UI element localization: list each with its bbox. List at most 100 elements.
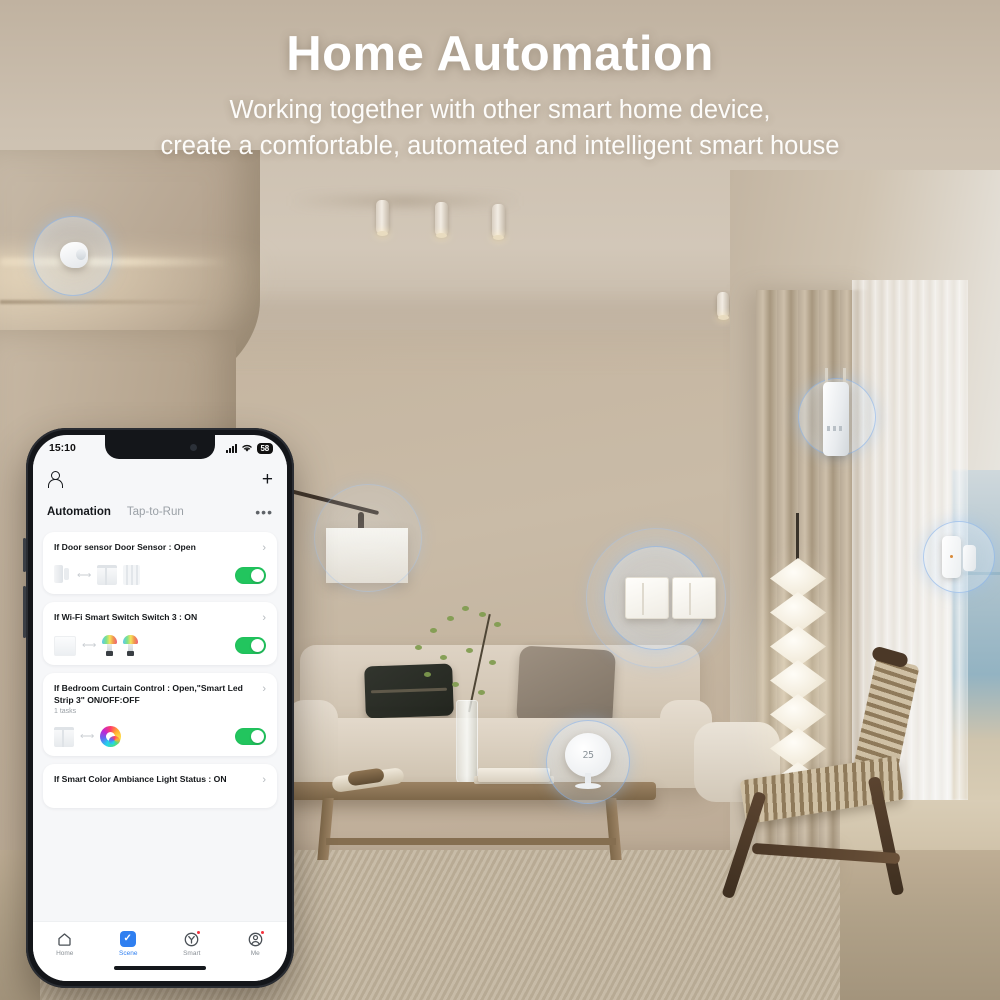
ceiling-spotlight [717,292,729,320]
leaf [462,606,469,611]
ceiling-spotlight [376,200,389,236]
temperature-humidity-sensor-device: 25 [565,733,611,791]
automation-toggle[interactable] [235,728,266,746]
leaf [424,672,431,677]
nav-item-me[interactable]: Me [224,929,288,957]
more-horizontal-icon[interactable]: ••• [255,504,273,520]
arrow-right-icon: ⟷ [80,731,95,743]
card-footer: ⟷ [54,565,266,585]
leaf [452,682,459,687]
person-icon[interactable] [47,471,63,488]
chevron-right-icon[interactable]: › [262,543,266,554]
card-header: If Wi-Fi Smart Switch Switch 3 : ON › [54,612,266,624]
arrow-right-icon: ⟷ [77,569,92,581]
chevron-right-icon[interactable]: › [262,775,266,786]
automation-card[interactable]: If Door sensor Door Sensor : Open › ⟷ [43,532,277,594]
status-bar-indicators: 58 [225,442,273,454]
chevron-right-icon[interactable]: › [262,613,266,624]
leaf [466,648,473,653]
automation-subtitle: 1 tasks [54,708,77,716]
device-chain: ⟷ [54,635,139,656]
leaf [447,616,454,621]
tab-row: Automation Tap-to-Run ••• [33,497,287,527]
curtain-icon [97,565,118,585]
nav-item-home[interactable]: Home [33,931,97,957]
card-footer: ⟷ [54,635,266,656]
curtain-icon [54,726,74,747]
leaf [489,660,496,665]
home-icon [56,931,73,948]
tab-automation[interactable]: Automation [47,506,111,518]
nav-label: Me [250,949,260,957]
automation-card[interactable]: If Wi-Fi Smart Switch Switch 3 : ON › ⟷ [43,602,277,665]
banner-header: Home Automation Working together with ot… [0,0,1000,164]
automation-toggle[interactable] [235,566,266,584]
status-bar-time: 15:10 [49,442,76,454]
cellular-signal-icon [225,443,237,453]
card-header: If Door sensor Door Sensor : Open › [54,542,266,554]
sensor-magnet [963,545,976,571]
product-banner: 25 Home Automation Working together with… [0,0,1000,1000]
coffee-table-rail [326,838,616,845]
nav-label: Scene [119,949,138,957]
home-indicator[interactable] [33,965,287,981]
phone-mockup: 15:10 58 + Automation Tap-to-Run ••• If … [23,428,294,988]
ceiling-spotlight [492,204,505,240]
leaf [440,655,447,660]
smart-switch-icon [54,635,76,656]
leaf [479,612,486,617]
device-chain: ⟷ [54,565,141,585]
sensor-base [575,783,601,789]
sensor-reading: 25 [582,749,594,761]
glass-vase [456,700,478,784]
scene-check-icon: ✓ [119,930,137,948]
leaf [478,690,485,695]
leaf [430,628,437,633]
status-bar: 15:10 58 [33,435,287,461]
wifi-icon [241,444,252,452]
floor-lamp-rod [796,513,799,561]
automation-title: If Smart Color Ambiance Light Status : O… [54,774,227,785]
blind-icon [123,565,141,585]
tab-tap-to-run[interactable]: Tap-to-Run [127,506,184,518]
wall-switch-panel-device [625,577,716,619]
taupe-cushion [516,645,616,729]
motion-sensor-device [60,242,88,268]
wall-seam [0,300,212,304]
automation-title: If Bedroom Curtain Control : Open,"Smart… [54,683,243,705]
nav-label: Home [56,949,74,957]
card-header: If Bedroom Curtain Control : Open,"Smart… [54,683,266,715]
automation-list[interactable]: If Door sensor Door Sensor : Open › ⟷ If… [33,527,287,921]
page-title: Home Automation [286,27,714,81]
switch-button-right [672,577,716,619]
nav-item-smart[interactable]: Smart [160,929,224,957]
volume-up-button[interactable] [23,538,26,572]
switch-button-left [625,577,669,619]
ceiling-track-shadow [290,196,520,206]
dark-cushion [364,663,454,719]
automation-card[interactable]: If Smart Color Ambiance Light Status : O… [43,764,277,809]
color-bulb-icon [102,635,118,656]
automation-title-wrap: If Bedroom Curtain Control : Open,"Smart… [54,683,256,715]
battery-indicator: 58 [256,442,273,454]
automation-title: If Wi-Fi Smart Switch Switch 3 : ON [54,612,198,622]
bottom-navigation: Home ✓ Scene Smart Me [33,921,287,965]
notification-badge [259,929,265,935]
automation-toggle[interactable] [235,637,266,654]
smart-icon [183,929,202,948]
nav-item-scene[interactable]: ✓ Scene [97,930,161,957]
volume-down-button[interactable] [23,586,26,638]
sensor-led [950,555,953,558]
app-bar: + [33,461,287,497]
automation-card[interactable]: If Bedroom Curtain Control : Open,"Smart… [43,673,277,757]
door-window-sensor-device [942,536,976,578]
page-subtitle: Working together with other smart home d… [0,92,1000,164]
profile-icon [247,929,265,948]
automation-title: If Door sensor Door Sensor : Open [54,542,196,552]
floor-lamp-body [770,558,826,804]
sensor-display: 25 [565,733,611,777]
subtitle-line-2: create a comfortable, automated and inte… [160,132,840,161]
chevron-right-icon[interactable]: › [262,684,266,695]
card-header: If Smart Color Ambiance Light Status : O… [54,774,266,786]
plus-icon[interactable]: + [262,470,273,489]
